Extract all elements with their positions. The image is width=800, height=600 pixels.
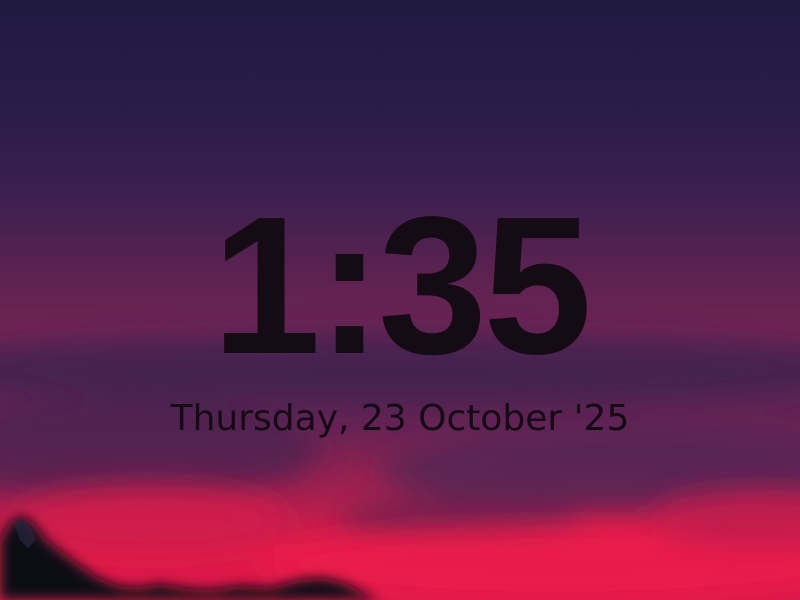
clock-time: 1:35 — [211, 176, 592, 395]
clock-date: Thursday, 23 October '25 — [170, 398, 630, 439]
lock-screen[interactable]: 1:35 Thursday, 23 October '25 — [0, 0, 800, 600]
